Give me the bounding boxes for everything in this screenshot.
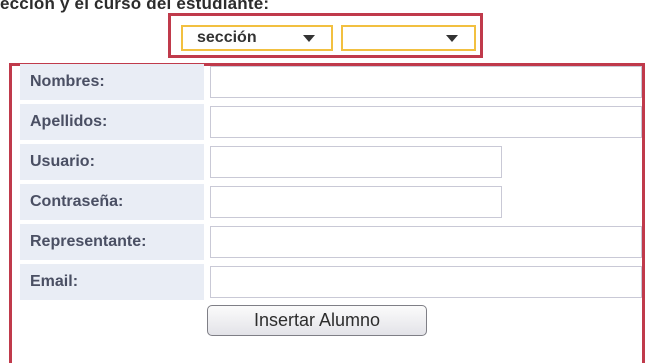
representante-label: Representante: bbox=[20, 224, 204, 260]
chevron-down-icon bbox=[446, 34, 458, 42]
section-select-value: sección bbox=[197, 29, 257, 46]
select-group: sección bbox=[168, 13, 483, 58]
nombres-label: Nombres: bbox=[20, 64, 204, 100]
representante-input[interactable] bbox=[210, 226, 642, 258]
apellidos-label: Apellidos: bbox=[20, 104, 204, 140]
usuario-input[interactable] bbox=[210, 146, 502, 178]
insertar-alumno-button[interactable]: Insertar Alumno bbox=[207, 305, 427, 336]
email-label: Email: bbox=[20, 264, 204, 300]
contrasena-label: Contraseña: bbox=[20, 184, 204, 220]
usuario-label: Usuario: bbox=[20, 144, 204, 180]
section-select[interactable]: sección bbox=[181, 25, 333, 51]
course-select[interactable] bbox=[341, 25, 476, 51]
instruction-text: ección y el curso del estudiante: bbox=[0, 0, 270, 13]
contrasena-input[interactable] bbox=[210, 186, 502, 218]
nombres-input[interactable] bbox=[210, 66, 642, 98]
chevron-down-icon bbox=[303, 34, 315, 42]
student-form: Nombres: Apellidos: Usuario: Contraseña:… bbox=[9, 63, 645, 363]
apellidos-input[interactable] bbox=[210, 106, 642, 138]
email-input[interactable] bbox=[210, 266, 642, 298]
